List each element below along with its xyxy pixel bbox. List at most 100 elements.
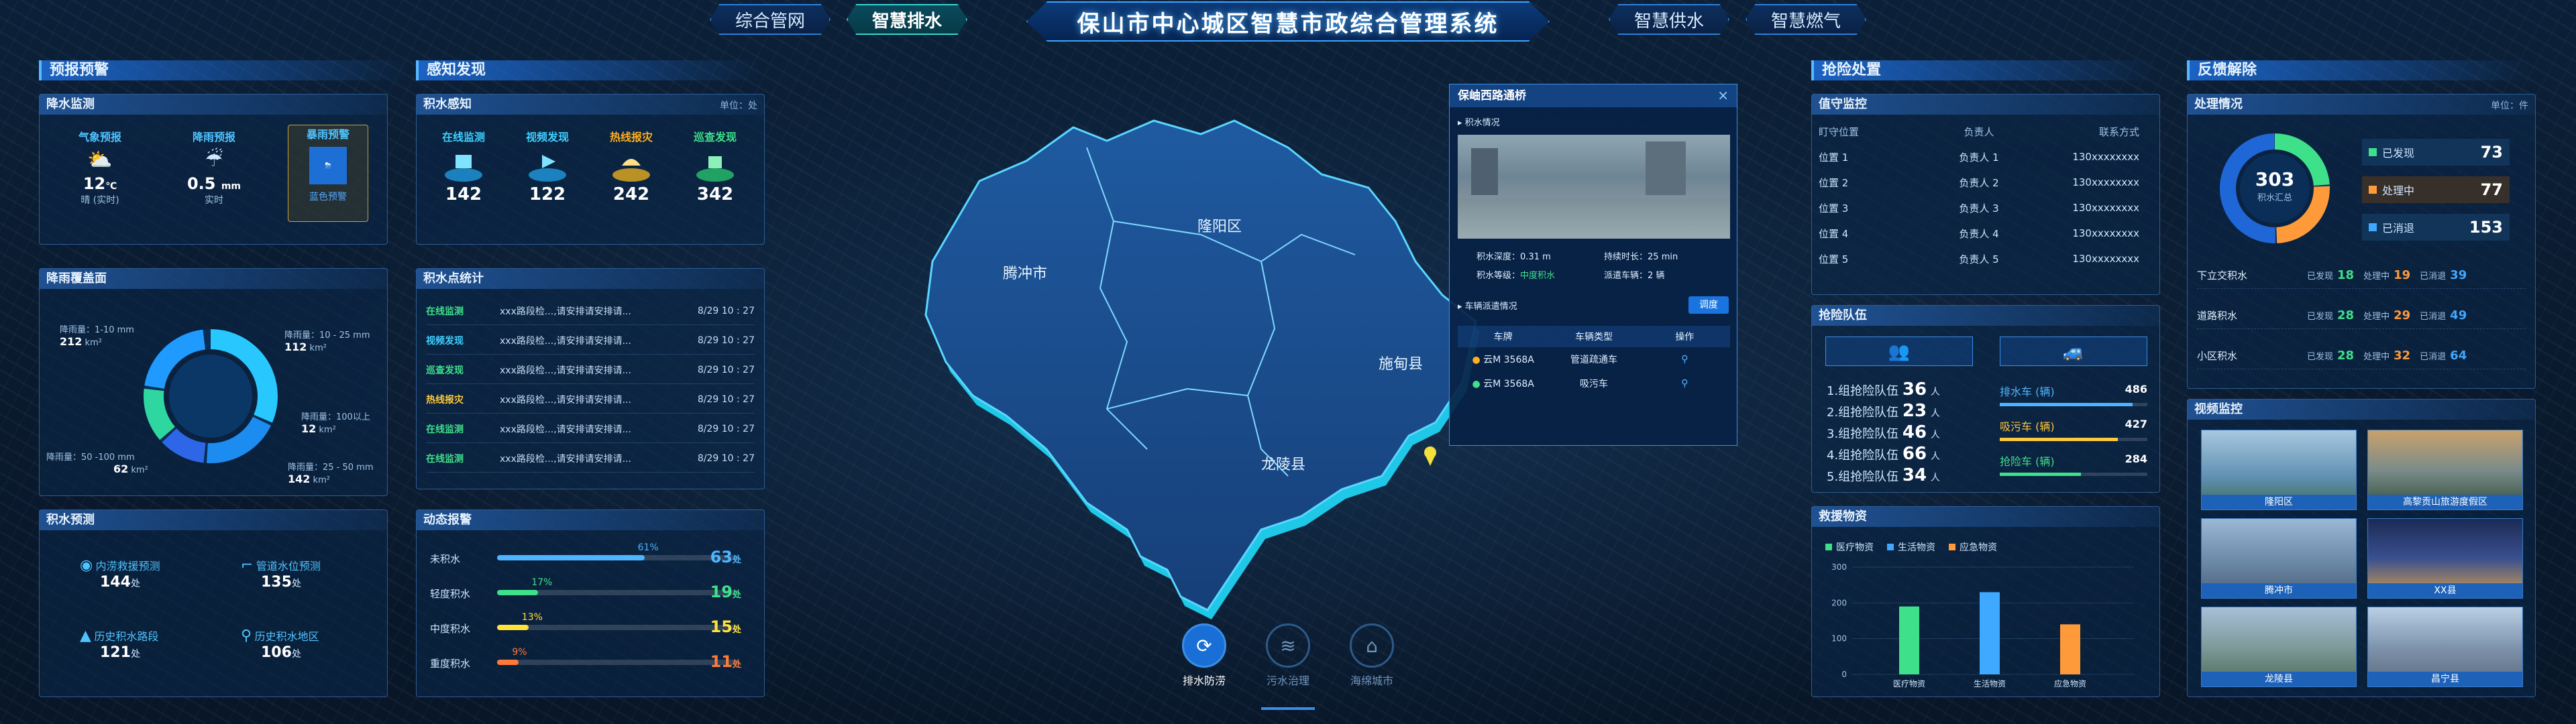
alarm-pct: 13% — [521, 612, 543, 623]
duty-table: 盯守位置 负责人 联系方式 位置 1 负责人 1 130xxxxxxxx 位置 2 负责人 2… — [1819, 119, 2153, 272]
coverage-label-2: 降雨量：10 - 25 mm 112 km² — [284, 330, 370, 353]
alarm-row: 轻度积水 17% 19处 — [430, 577, 755, 605]
alarm-track — [497, 660, 739, 665]
phone-pedestal-icon — [611, 148, 651, 184]
vehicle-fill — [2000, 438, 2118, 441]
team-unit: 人 — [1930, 408, 1940, 419]
source-tag: 在线监测 — [426, 424, 464, 435]
vehicle-table: 车牌 车辆类型 操作 ● 云M 3568A 管道疏通车 ⚲ ● 云M 3568A 吸污车 ⚲ — [1458, 326, 1730, 396]
vehicle-value: 284 — [2125, 452, 2147, 465]
perception-item[interactable]: 热线报灾 242 — [594, 128, 668, 204]
perception-item[interactable]: 视频发现 122 — [511, 128, 584, 204]
table-row[interactable]: 在线监测 xxx路段检...,请安排请安排请... 8/29 10 : 27 — [426, 415, 755, 443]
forecast-item[interactable]: ⚲ 历史积水地区 106处 — [241, 627, 319, 661]
alarm-value: 11 — [710, 652, 733, 671]
sewage-icon: ≋ — [1266, 623, 1310, 668]
video-caption: 高黎贡山旅游度假区 — [2368, 495, 2522, 509]
team-item[interactable]: 3.组抢险队伍 46 人 — [1827, 422, 1940, 442]
video-thumbnail[interactable]: XX县 — [2367, 518, 2523, 599]
row-text: xxx路段检...,请安排请安排请... — [500, 394, 632, 406]
team-item[interactable]: 1.组抢险队伍 36 人 — [1827, 379, 1940, 400]
forecast-item[interactable]: ◉ 内涝救援预测 144处 — [80, 557, 160, 591]
team-item[interactable]: 2.组抢险队伍 23 人 — [1827, 401, 1940, 421]
coverage-donut — [144, 329, 278, 463]
card-title: 处理情况 — [2188, 95, 2535, 115]
card-title: 积水点统计 — [417, 269, 764, 289]
region-label: 腾冲市 — [1003, 265, 1047, 282]
chart-bar[interactable] — [1980, 592, 2000, 674]
duty-position: 位置 2 — [1819, 176, 1849, 189]
section-title-feedback: 反馈解除 — [2187, 60, 2536, 80]
water-duration: 持续时长：25 min — [1604, 252, 1678, 262]
nav-tab-water[interactable]: 智慧供水 — [1609, 4, 1729, 35]
forecast-item[interactable]: ⌐ 管道水位预测 135处 — [241, 557, 321, 591]
storm-warning[interactable]: 暴雨预警 ⛈ 蓝色预警 — [288, 125, 368, 222]
table-row[interactable]: 位置 2 负责人 2 130xxxxxxxx — [1819, 170, 2153, 195]
team-people-icon[interactable]: 👥 — [1825, 337, 1973, 366]
nav-tab-drainage[interactable]: 智慧排水 — [847, 4, 967, 35]
column-header: 联系方式 — [2098, 125, 2139, 138]
legend-item: 生活物资 — [1887, 540, 1935, 554]
district-map[interactable]: 腾冲市 隆阳区 施甸县 龙陵县 — [885, 101, 1489, 637]
teams-card: 抢险队伍 👥 🚙 1.组抢险队伍 36 人 2.组抢险队伍 23 人 3.组抢险队伍… — [1811, 305, 2160, 493]
perception-item[interactable]: 在线监测 142 — [427, 128, 500, 204]
table-row[interactable]: 热线报灾 xxx路段检...,请安排请安排请... 8/29 10 : 27 — [426, 385, 755, 414]
table-row[interactable]: 在线监测 xxx路段检...,请安排请安排请... 8/29 10 : 27 — [426, 444, 755, 473]
close-icon[interactable]: × — [1717, 87, 1729, 103]
coverage-label-5: 降雨量：50 -100 mm 62 km² — [46, 452, 148, 475]
card-title: 降雨覆盖面 — [40, 269, 387, 289]
team-label: 2.组抢险队伍 — [1827, 406, 1899, 420]
perception-item[interactable]: 巡查发现 342 — [678, 128, 752, 204]
video-thumbnail[interactable]: 腾冲市 — [2201, 518, 2357, 599]
team-vehicle-icon[interactable]: 🚙 — [2000, 337, 2147, 366]
team-item[interactable]: 4.组抢险队伍 66 人 — [1827, 444, 1940, 464]
duty-card: 值守监控 盯守位置 负责人 联系方式 位置 1 负责人 1 130xxxxxxxx 位置 2… — [1811, 94, 2160, 295]
team-item[interactable]: 5.组抢险队伍 34 人 — [1827, 465, 1940, 485]
feedback-row[interactable]: 小区积水 已发现 28 处理中 32 已消退 64 — [2197, 343, 2526, 369]
video-thumbnail[interactable]: 隆阳区 — [2201, 430, 2357, 510]
feedback-row[interactable]: 下立交积水 已发现 18 处理中 19 已消退 39 — [2197, 262, 2526, 289]
map-btn-sponge[interactable]: ⌂ 海绵城市 — [1335, 623, 1409, 688]
table-row[interactable]: 视频发现 xxx路段检...,请安排请安排请... 8/29 10 : 27 — [426, 326, 755, 355]
table-row[interactable]: 在线监测 xxx路段检...,请安排请安排请... 8/29 10 : 27 — [426, 297, 755, 325]
vehicle-track — [2000, 473, 2147, 476]
nav-tab-gas[interactable]: 智慧燃气 — [1746, 4, 1866, 35]
flood-icon: ◉ — [80, 557, 93, 574]
table-row[interactable]: 巡查发现 xxx路段检...,请安排请安排请... 8/29 10 : 27 — [426, 356, 755, 384]
video-thumbnail[interactable]: 昌宁县 — [2367, 607, 2523, 687]
map-btn-drainage[interactable]: ⟳ 排水防涝 — [1167, 623, 1241, 688]
supplies-bar-chart: 0 100 200 300 医疗物资 生活物资 应急物资 — [1831, 562, 2134, 688]
table-row[interactable]: 位置 1 负责人 1 130xxxxxxxx — [1819, 144, 2153, 170]
row-time: 8/29 10 : 27 — [697, 394, 755, 405]
table-row[interactable]: 位置 5 负责人 5 130xxxxxxxx — [1819, 246, 2153, 272]
nav-tab-pipe[interactable]: 综合管网 — [710, 4, 830, 35]
column-header: 负责人 — [1964, 125, 1994, 138]
feedback-value: 32 — [2394, 349, 2411, 363]
feedback-name: 小区积水 — [2197, 350, 2238, 362]
alarm-fill — [497, 555, 645, 560]
rain-forecast: 降雨预报 ☔ 0.5 mm 实时 — [174, 128, 254, 215]
team-label: 4.组抢险队伍 — [1827, 448, 1899, 463]
card-title: 降水监测 — [40, 95, 387, 115]
table-row[interactable]: 位置 3 负责人 3 130xxxxxxxx — [1819, 195, 2153, 221]
locate-icon[interactable]: ⚲ — [1640, 378, 1730, 389]
duty-phone: 130xxxxxxxx — [2072, 151, 2139, 163]
alarm-label: 中度积水 — [430, 623, 471, 635]
chart-bar[interactable] — [1899, 606, 1919, 674]
feedback-row[interactable]: 道路积水 已发现 28 处理中 29 已消退 49 — [2197, 302, 2526, 329]
row-time: 8/29 10 : 27 — [697, 305, 755, 316]
legend-item: 应急物资 — [1949, 540, 1997, 554]
feedback-key: 已发现 — [2307, 312, 2334, 322]
dispatch-button[interactable]: 调度 — [1688, 296, 1729, 314]
video-thumbnail[interactable]: 高黎贡山旅游度假区 — [2367, 430, 2523, 510]
map-btn-sewage[interactable]: ≋ 污水治理 — [1251, 623, 1325, 688]
table-row[interactable]: 位置 4 负责人 4 130xxxxxxxx — [1819, 221, 2153, 246]
x-tick-label: 应急物资 — [2054, 678, 2086, 688]
feedback-name: 下立交积水 — [2197, 269, 2248, 282]
forecast-item[interactable]: ▲ 历史积水路段 121处 — [80, 627, 158, 661]
video-thumbnail[interactable]: 龙陵县 — [2201, 607, 2357, 687]
locate-icon[interactable]: ⚲ — [1640, 354, 1730, 365]
legend-swatch — [1887, 544, 1894, 550]
chart-bar[interactable] — [2060, 624, 2080, 674]
feedback-value: 39 — [2450, 268, 2467, 282]
